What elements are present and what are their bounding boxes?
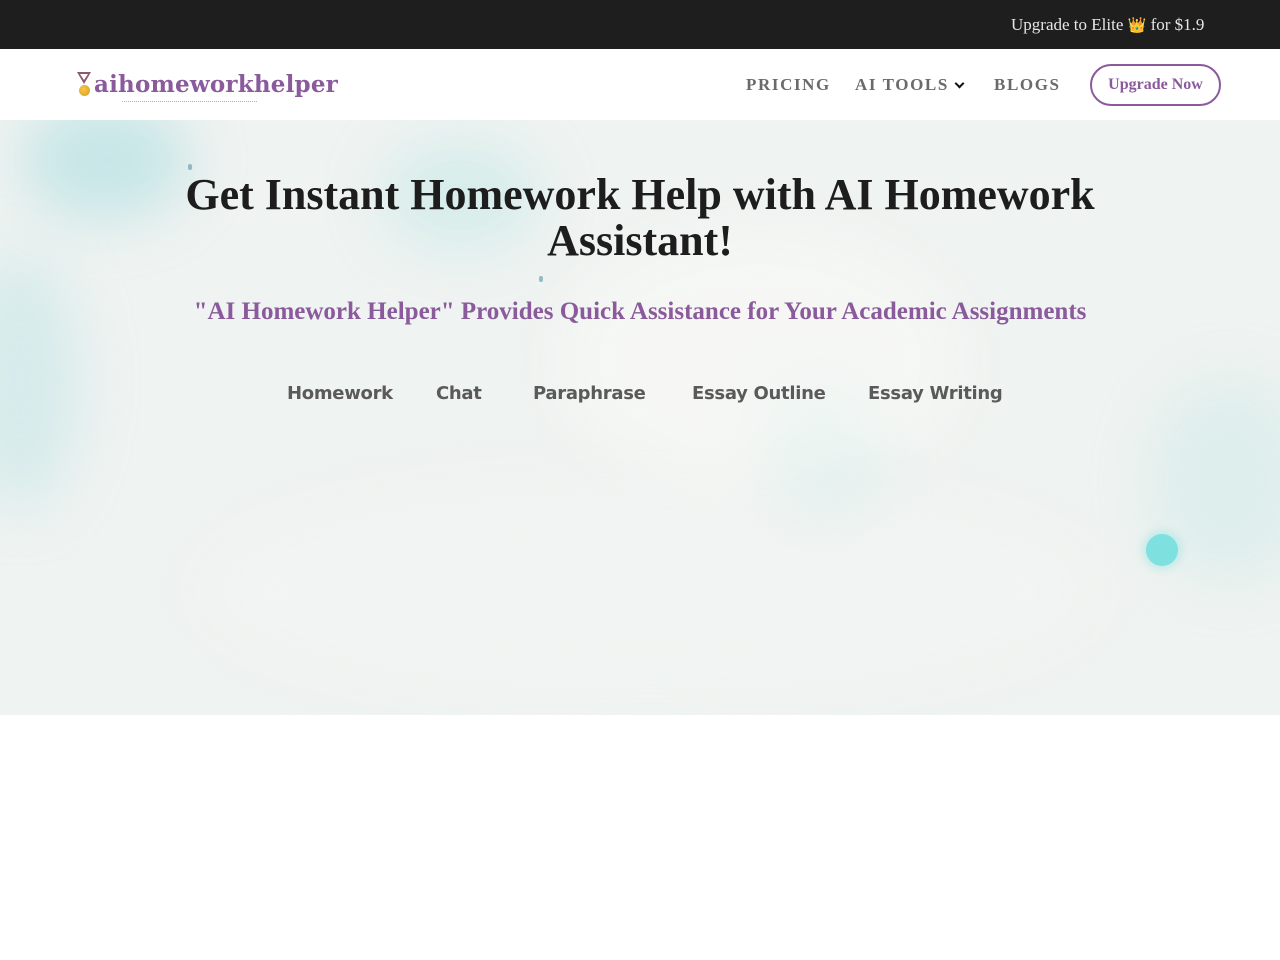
logo-text: aihomeworkhelper bbox=[94, 71, 338, 98]
hero-section: Get Instant Homework Help with AI Homewo… bbox=[0, 120, 1280, 715]
promo-suffix: for $1.9 bbox=[1150, 15, 1205, 34]
promo-text[interactable]: Upgrade to Elite 👑 for $1.9 bbox=[1011, 14, 1205, 36]
nav-ai-tools[interactable]: AI TOOLS bbox=[855, 75, 965, 95]
hero-title: Get Instant Homework Help with AI Homewo… bbox=[140, 172, 1140, 264]
tool-tabs: Homework Chat Paraphrase Essay Outline E… bbox=[0, 381, 1280, 407]
nav-ai-tools-label: AI TOOLS bbox=[855, 75, 949, 94]
tab-essay-outline[interactable]: Essay Outline bbox=[692, 381, 826, 407]
site-header: aihomeworkhelper PRICING AI TOOLS BLOGS … bbox=[0, 49, 1280, 120]
floating-dot-icon bbox=[1146, 534, 1178, 566]
hero-subtitle: "AI Homework Helper" Provides Quick Assi… bbox=[193, 298, 1087, 325]
tab-homework[interactable]: Homework bbox=[287, 381, 393, 407]
upgrade-now-button[interactable]: Upgrade Now bbox=[1090, 64, 1221, 106]
promo-prefix: Upgrade to bbox=[1011, 15, 1092, 34]
tab-chat[interactable]: Chat bbox=[436, 381, 482, 407]
chevron-down-icon bbox=[954, 78, 965, 88]
logo-underline bbox=[122, 101, 257, 102]
tab-paraphrase[interactable]: Paraphrase bbox=[533, 381, 646, 407]
hero-title-line1: Get Instant Homework Help with AI Homewo… bbox=[185, 170, 1095, 219]
promo-bar: Upgrade to Elite 👑 for $1.9 bbox=[0, 0, 1280, 49]
promo-plan: Elite bbox=[1091, 15, 1124, 34]
tab-essay-writing[interactable]: Essay Writing bbox=[868, 381, 1003, 407]
crown-icon: 👑 bbox=[1127, 18, 1147, 34]
medal-icon bbox=[74, 70, 94, 100]
nav-blogs[interactable]: BLOGS bbox=[994, 75, 1061, 95]
logo[interactable]: aihomeworkhelper bbox=[74, 68, 338, 102]
hero-title-line2: Assistant! bbox=[547, 216, 733, 265]
nav-pricing[interactable]: PRICING bbox=[746, 75, 831, 95]
